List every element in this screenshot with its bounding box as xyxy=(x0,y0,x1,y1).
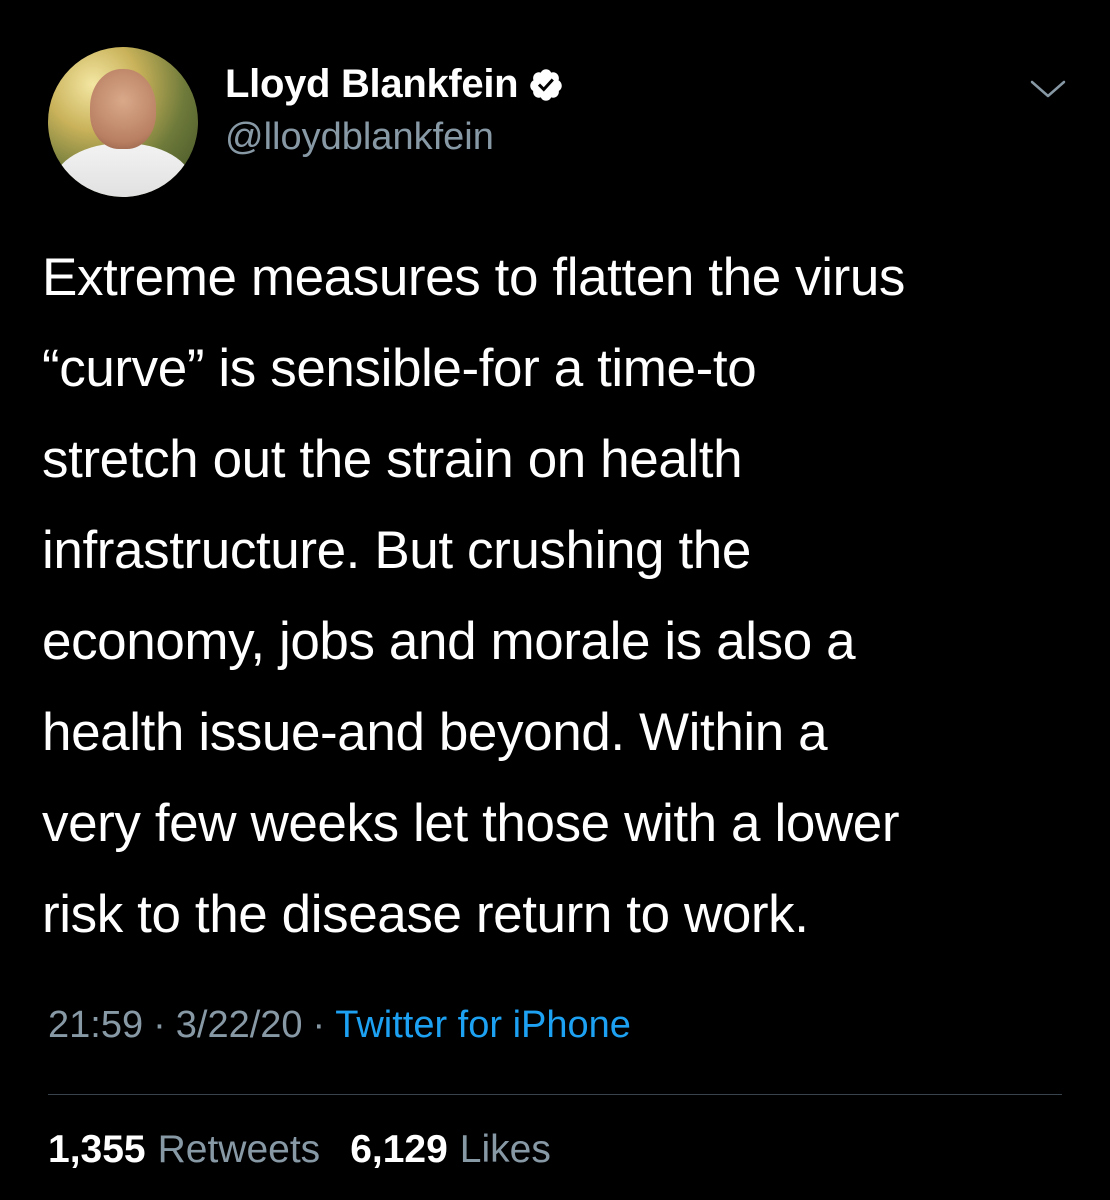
tweet-line: economy, jobs and morale is also a xyxy=(42,612,856,671)
tweet-meta: 21:59 · 3/22/20 · Twitter for iPhone xyxy=(48,1004,631,1047)
likes-stat[interactable]: 6,129 Likes xyxy=(350,1128,551,1172)
tweet-date: 3/22/20 xyxy=(175,1004,303,1046)
meta-separator: · xyxy=(153,1004,166,1046)
meta-separator: · xyxy=(312,1004,326,1046)
retweets-label: Retweets xyxy=(157,1128,321,1171)
avatar[interactable] xyxy=(48,47,198,197)
author-name[interactable]: Lloyd Blankfein xyxy=(225,62,519,107)
tweet-stats: 1,355 Retweets 6,129 Likes xyxy=(48,1128,551,1172)
divider xyxy=(48,1094,1062,1095)
author-name-row: Lloyd Blankfein xyxy=(225,62,564,107)
tweet-line: Extreme measures to flatten the virus xyxy=(42,248,906,307)
tweet-line: infrastructure. But crushing the xyxy=(42,521,751,580)
likes-label: Likes xyxy=(459,1128,551,1171)
tweet-line: “curve” is sensible-for a time-to xyxy=(42,339,757,398)
likes-count: 6,129 xyxy=(350,1128,448,1171)
retweets-stat[interactable]: 1,355 Retweets xyxy=(48,1128,320,1172)
tweet-line: very few weeks let those with a lower xyxy=(42,794,900,853)
tweet-line: risk to the disease return to work. xyxy=(42,885,809,944)
chevron-down-icon[interactable] xyxy=(1026,74,1070,104)
tweet-time: 21:59 xyxy=(48,1004,144,1046)
tweet-source-link[interactable]: Twitter for iPhone xyxy=(335,1004,631,1047)
tweet-card: Lloyd Blankfein @lloydblankfein Extreme … xyxy=(0,0,1110,1200)
tweet-line: stretch out the strain on health xyxy=(42,430,743,489)
tweet-line: health issue-and beyond. Within a xyxy=(42,703,828,762)
avatar-shirt xyxy=(54,143,192,197)
retweets-count: 1,355 xyxy=(48,1128,146,1171)
avatar-face xyxy=(90,69,156,149)
verified-badge-icon xyxy=(530,68,563,101)
tweet-text: Extreme measures to flatten the virus “c… xyxy=(42,232,1082,960)
author-handle[interactable]: @lloydblankfein xyxy=(225,116,494,159)
